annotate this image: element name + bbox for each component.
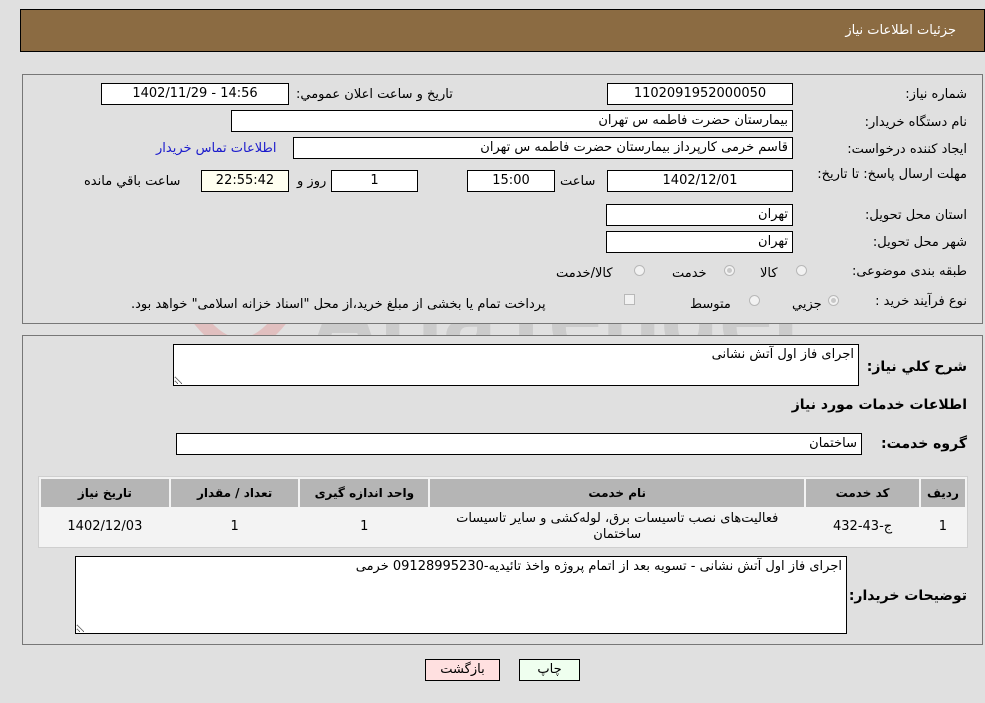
description-label: شرح کلي نیاز: <box>866 359 967 375</box>
service-group-field: ساختمان <box>176 433 862 455</box>
process-radio-medium[interactable] <box>749 295 760 306</box>
print-button[interactable]: چاپ <box>519 659 580 681</box>
cell-quantity: 1 <box>170 509 299 545</box>
process-radio-minor[interactable] <box>828 295 839 306</box>
province-label: استان محل تحویل: <box>865 208 967 223</box>
category-radio-goods-service[interactable] <box>634 265 645 276</box>
col-header-quantity: تعداد / مقدار <box>170 479 299 507</box>
city-field: تهران <box>606 231 793 253</box>
page-title: جزئیات اطلاعات نیاز <box>845 23 956 38</box>
buyer-notes-label: توضیحات خریدار: <box>848 588 967 604</box>
col-header-need-date: تاریخ نیاز <box>41 479 169 507</box>
buyer-contact-link[interactable]: اطلاعات تماس خریدار <box>156 141 276 156</box>
treasury-checkbox[interactable] <box>624 294 635 305</box>
deadline-date-field: 1402/12/01 <box>607 170 793 192</box>
remaining-label: ساعت باقي مانده <box>84 174 181 189</box>
back-button[interactable]: بازگشت <box>425 659 500 681</box>
col-header-service-name: نام خدمت <box>430 479 805 507</box>
table-row: 1 ج-43-432 فعالیت‌های نصب تاسیسات برق، ل… <box>41 509 965 545</box>
cell-unit: 1 <box>300 509 429 545</box>
service-group-label: گروه خدمت: <box>881 436 967 452</box>
city-label: شهر محل تحویل: <box>872 235 967 250</box>
cell-service-code: ج-43-432 <box>806 509 919 545</box>
page-header: جزئیات اطلاعات نیاز <box>20 9 985 52</box>
table-header-row: ردیف کد خدمت نام خدمت واحد اندازه گیری ت… <box>41 479 965 507</box>
col-header-row-number: ردیف <box>920 479 965 507</box>
time-label: ساعت <box>560 174 596 189</box>
cell-need-date: 1402/12/03 <box>41 509 169 545</box>
category-label: طبقه بندی موضوعی: <box>851 264 967 279</box>
process-option-medium: متوسط <box>690 297 731 312</box>
announce-field: 1402/11/29 - 14:56 <box>101 83 289 105</box>
buyer-org-field: بیمارستان حضرت فاطمه س تهران <box>231 110 793 132</box>
category-radio-goods[interactable] <box>796 265 807 276</box>
process-option-minor: جزيي <box>792 297 822 312</box>
remaining-time-field: 22:55:42 <box>201 170 289 192</box>
description-textarea[interactable]: اجرای فاز اول آتش نشانی <box>173 344 859 386</box>
need-number-field: 1102091952000050 <box>607 83 793 105</box>
days-label: روز و <box>297 174 327 189</box>
process-label: نوع فرآیند خرید : <box>875 294 967 309</box>
col-header-service-code: کد خدمت <box>806 479 919 507</box>
cell-row-number: 1 <box>920 509 965 545</box>
requester-label: ایجاد کننده درخواست: <box>847 142 967 157</box>
treasury-note: پرداخت تمام یا بخشی از مبلغ خرید،از محل … <box>131 297 546 312</box>
announce-label: تاریخ و ساعت اعلان عمومي: <box>296 87 453 102</box>
category-radio-service[interactable] <box>724 265 735 276</box>
category-option-goods-service: کالا/خدمت <box>556 266 613 281</box>
requester-field: قاسم خرمی کارپرداز بیمارستان حضرت فاطمه … <box>293 137 793 159</box>
province-field: تهران <box>606 204 793 226</box>
buyer-org-label: نام دستگاه خریدار: <box>864 115 967 130</box>
deadline-label: مهلت ارسال پاسخ: تا تاریخ: <box>817 167 967 182</box>
need-number-label: شماره نیاز: <box>905 87 967 102</box>
category-option-service: خدمت <box>672 266 707 281</box>
category-option-goods: کالا <box>760 266 778 281</box>
days-remaining-field: 1 <box>331 170 418 192</box>
buyer-notes-textarea[interactable]: اجرای فاز اول آتش نشانی - تسویه بعد از ا… <box>75 556 847 634</box>
deadline-time-field: 15:00 <box>467 170 555 192</box>
col-header-unit: واحد اندازه گیری <box>300 479 429 507</box>
services-heading: اطلاعات خدمات مورد نیاز <box>791 397 967 413</box>
services-table: ردیف کد خدمت نام خدمت واحد اندازه گیری ت… <box>38 476 968 548</box>
cell-service-name: فعالیت‌های نصب تاسیسات برق، لوله‌کشی و س… <box>430 509 805 545</box>
